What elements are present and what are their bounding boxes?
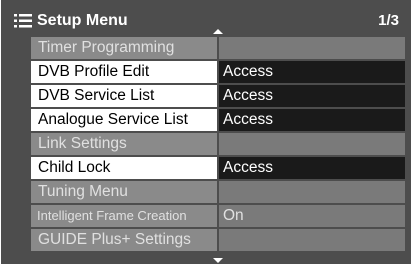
menu-item-value[interactable]: Access: [219, 109, 405, 131]
menu-item-link-settings[interactable]: Link Settings: [31, 133, 405, 155]
menu-item-guide-plus-settings[interactable]: GUIDE Plus+ Settings: [31, 229, 405, 251]
menu-item-timer-programming[interactable]: Timer Programming: [31, 37, 405, 59]
menu-item-label: DVB Service List: [31, 85, 217, 107]
menu-item-value: [219, 229, 405, 251]
menu-item-child-lock[interactable]: Child Lock Access: [31, 157, 405, 179]
menu-item-label: Link Settings: [31, 133, 217, 155]
menu-list-icon: [14, 14, 32, 28]
menu-item-value: [219, 181, 405, 203]
menu-item-label: DVB Profile Edit: [31, 61, 217, 83]
scroll-down-arrow-icon[interactable]: [213, 258, 223, 263]
menu-item-value: [219, 37, 405, 59]
menu-item-dvb-service-list[interactable]: DVB Service List Access: [31, 85, 405, 107]
page-title: Setup Menu: [37, 12, 128, 29]
menu-item-label: Child Lock: [31, 157, 217, 179]
menu-item-label: Timer Programming: [31, 37, 217, 59]
menu-item-label: Analogue Service List: [31, 109, 217, 131]
menu-item-analogue-service-list[interactable]: Analogue Service List Access: [31, 109, 405, 131]
menu-item-value[interactable]: Access: [219, 85, 405, 107]
menu-item-label: Intelligent Frame Creation: [31, 205, 217, 227]
menu-item-value: [219, 133, 405, 155]
menu-item-value[interactable]: Access: [219, 157, 405, 179]
scroll-up-arrow-icon[interactable]: [213, 29, 223, 34]
menu-item-intelligent-frame-creation[interactable]: Intelligent Frame Creation On: [31, 205, 405, 227]
menu-item-value: On: [219, 205, 405, 227]
setup-menu-panel: Setup Menu 1/3 Timer Programming DVB Prof…: [1, 0, 411, 264]
menu-item-tuning-menu[interactable]: Tuning Menu: [31, 181, 405, 203]
menu-item-value[interactable]: Access: [219, 61, 405, 83]
menu-item-dvb-profile-edit[interactable]: DVB Profile Edit Access: [31, 61, 405, 83]
page-indicator: 1/3: [378, 12, 399, 29]
menu-item-label: GUIDE Plus+ Settings: [31, 229, 217, 251]
menu-item-label: Tuning Menu: [31, 181, 217, 203]
menu-header: Setup Menu 1/3: [1, 0, 411, 34]
